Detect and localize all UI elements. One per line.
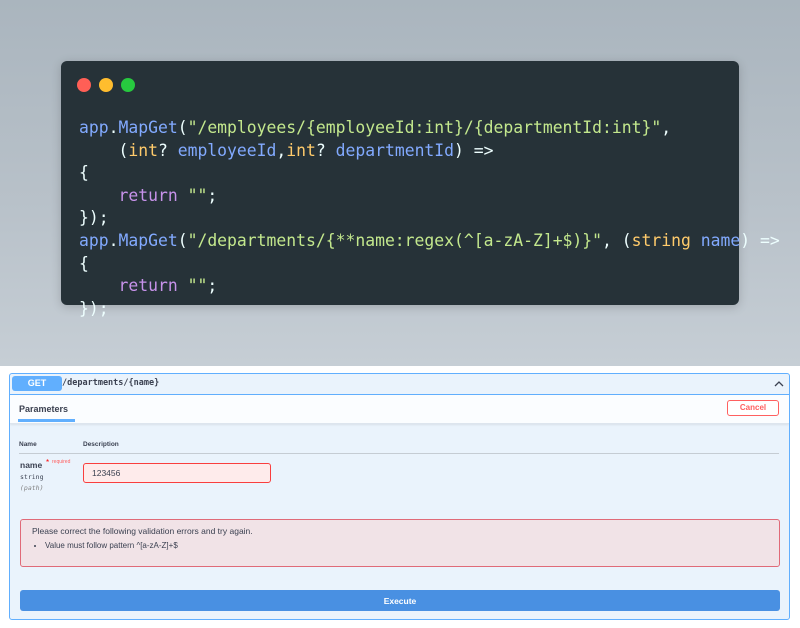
operation-path: /departments/{name} — [62, 378, 160, 388]
validation-error-item: Value must follow pattern ^[a-zA-Z]+$ — [45, 541, 178, 550]
code-token: app — [79, 118, 109, 137]
code-line: }); — [79, 299, 109, 318]
required-mark: * — [46, 458, 50, 467]
code-token: , — [661, 118, 672, 137]
close-dot-icon — [77, 78, 91, 92]
minimize-dot-icon — [99, 78, 113, 92]
code-token: { — [79, 163, 89, 183]
code-token: ? — [315, 140, 336, 160]
code-token: ; — [207, 185, 218, 205]
code-token: int — [286, 140, 316, 160]
code-token: employeeId — [177, 140, 277, 160]
divider — [19, 453, 779, 454]
column-header-description: Description — [83, 441, 119, 448]
code-token: ) => — [740, 230, 780, 250]
code-block: app.MapGet("/employees/{employeeId:int}/… — [79, 117, 780, 320]
maximize-dot-icon — [121, 78, 135, 92]
code-token: return — [118, 185, 178, 205]
code-token: app — [79, 230, 109, 250]
code-line: return ""; — [79, 276, 217, 295]
code-line: { — [79, 254, 89, 273]
code-token: ( — [177, 230, 188, 250]
code-token: { — [79, 253, 89, 273]
code-line: return ""; — [79, 186, 217, 205]
code-token: , ( — [602, 230, 632, 250]
code-line: { — [79, 163, 89, 182]
code-token: ; — [207, 276, 218, 296]
method-badge: GET — [12, 376, 62, 391]
name-parameter-input[interactable] — [83, 463, 271, 483]
code-token: return — [118, 276, 178, 296]
column-header-name: Name — [19, 441, 37, 448]
operation-summary[interactable]: GET /departments/{name} — [10, 374, 789, 395]
code-token: "" — [187, 276, 208, 296]
code-token: . — [108, 230, 119, 250]
code-token: , — [276, 140, 287, 160]
chevron-up-icon[interactable] — [772, 377, 786, 391]
validation-errors-box: Please correct the following validation … — [20, 519, 780, 567]
code-token: name — [700, 230, 741, 250]
parameters-header: Parameters Cancel — [10, 395, 789, 424]
execute-button[interactable]: Execute — [20, 590, 780, 611]
code-line: }); — [79, 208, 109, 227]
code-token: string — [631, 230, 691, 250]
required-label: required — [52, 459, 71, 465]
cancel-button[interactable]: Cancel — [727, 400, 779, 416]
code-line: app.MapGet("/employees/{employeeId:int}/… — [79, 118, 671, 137]
code-token: MapGet — [118, 230, 178, 250]
code-line: (int? employeeId,int? departmentId) => — [79, 140, 494, 160]
code-token: "/employees/{employeeId:int}/{department… — [187, 118, 662, 137]
code-token: int — [128, 140, 158, 160]
code-token: "/departments/{**name:regex(^[a-zA-Z]+$)… — [187, 230, 603, 250]
parameter-name: name — [20, 460, 43, 470]
code-token: ( — [79, 140, 129, 160]
code-token: ? — [157, 140, 178, 160]
code-token: MapGet — [118, 118, 178, 137]
code-token: "" — [187, 185, 208, 205]
code-token: ( — [177, 118, 188, 137]
parameter-type: string — [20, 473, 44, 481]
operation-block: GET /departments/{name} Parameters Cance… — [9, 373, 790, 620]
code-token: . — [108, 118, 119, 137]
code-line: app.MapGet("/departments/{**name:regex(^… — [79, 231, 780, 250]
validation-message: Please correct the following validation … — [32, 526, 253, 536]
validation-error-list: Value must follow pattern ^[a-zA-Z]+$ — [33, 541, 178, 550]
tab-parameters[interactable]: Parameters — [19, 404, 68, 414]
code-token: }); — [79, 298, 109, 318]
code-token: }); — [79, 208, 109, 228]
parameter-location: (path) — [20, 484, 44, 492]
code-token: ) => — [454, 140, 494, 160]
tab-underline — [18, 419, 75, 422]
code-token: departmentId — [335, 140, 455, 160]
